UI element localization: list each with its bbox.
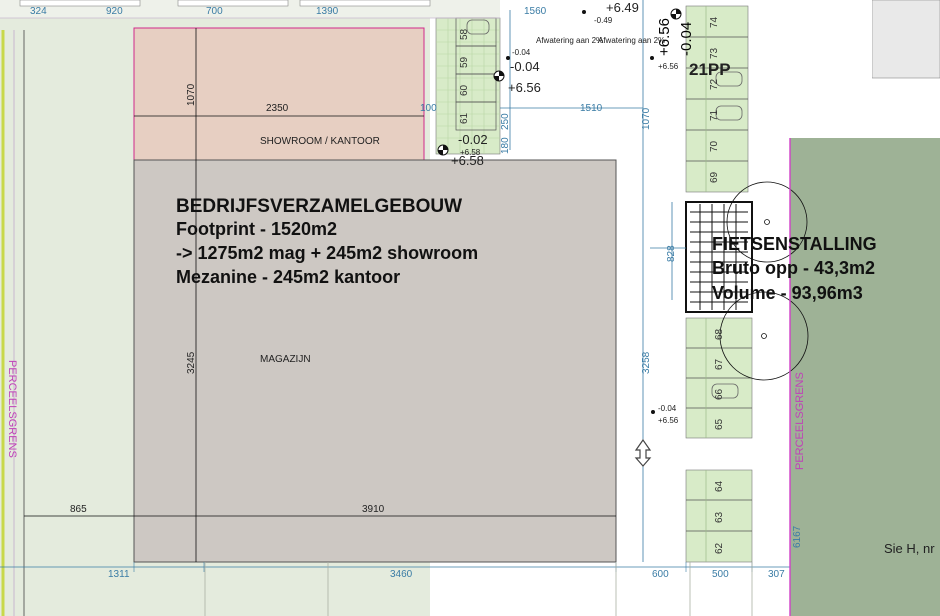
level-plus-5: +6.56 — [658, 416, 679, 425]
building-footprint: Footprint - 1520m2 — [176, 219, 338, 239]
boundary-right: PERCEELSGRENS — [794, 372, 806, 470]
spot-69: 69 — [709, 171, 720, 183]
spot-62: 62 — [714, 542, 725, 554]
spot-67: 67 — [714, 358, 725, 370]
level-top-plus: +6.49 — [606, 0, 639, 15]
spot-63: 63 — [714, 511, 725, 523]
bike-volume: Volume - 93,96m3 — [712, 283, 863, 303]
spot-70: 70 — [709, 140, 720, 152]
dim-828: 828 — [666, 245, 677, 262]
dim-1311: 1311 — [108, 569, 130, 580]
dim-1510: 1510 — [580, 103, 603, 114]
dim-100: 100 — [420, 103, 437, 114]
spot-64: 64 — [714, 480, 725, 492]
level-minus-5: -0.04 — [658, 404, 677, 413]
level-plus-1: +6.56 — [508, 80, 541, 95]
spot-68: 68 — [714, 328, 725, 340]
building-mezzanine: Mezanine - 245m2 kantoor — [176, 267, 401, 287]
level-small-004: -0.04 — [512, 48, 531, 57]
bike-area: Bruto opp - 43,3m2 — [712, 258, 876, 278]
spot-65: 65 — [714, 418, 725, 430]
spot-74: 74 — [709, 16, 720, 28]
dim-700: 700 — [206, 6, 223, 17]
storage-label: MAGAZIJN — [260, 354, 311, 365]
dim-250: 250 — [500, 113, 511, 130]
level-top-small: -0.49 — [594, 16, 613, 25]
dim-1070-right: 1070 — [641, 107, 652, 130]
boundary-left: PERCEELSGRENS — [6, 360, 18, 458]
dim-3258: 3258 — [641, 351, 652, 374]
building-split: -> 1275m2 mag + 245m2 showroom — [176, 243, 479, 263]
dim-920: 920 — [106, 6, 123, 17]
level-minus-3: -0.02 — [458, 132, 488, 147]
spot-58: 58 — [459, 28, 470, 40]
level-656-rot: +6.56 — [656, 18, 673, 56]
parking-count: 21PP — [689, 60, 731, 79]
dim-307: 307 — [768, 569, 785, 580]
top-right-grey — [871, 0, 940, 79]
dim-3910: 3910 — [362, 504, 385, 515]
site-plan-drawing — [0, 0, 940, 616]
dim-6167: 6167 — [792, 525, 803, 548]
dim-500: 500 — [712, 569, 729, 580]
spot-71: 71 — [709, 109, 720, 121]
dim-865: 865 — [70, 504, 87, 515]
dim-1390: 1390 — [316, 6, 339, 17]
slope-left: Afwatering aan 2% — [536, 36, 604, 45]
dim-3460: 3460 — [390, 569, 413, 580]
spot-60: 60 — [459, 84, 470, 96]
spot-61: 61 — [459, 112, 470, 124]
spot-73: 73 — [709, 47, 720, 59]
top-right-field — [790, 0, 872, 138]
building-title: BEDRIJFSVERZAMELGEBOUW — [176, 196, 463, 217]
bike-title: FIETSENSTALLING — [712, 234, 877, 254]
dim-1070-left: 1070 — [186, 83, 197, 106]
showroom-label: SHOWROOM / KANTOOR — [260, 136, 380, 147]
dim-1560: 1560 — [524, 6, 547, 17]
dim-3245: 3245 — [186, 351, 197, 374]
spot-59: 59 — [459, 56, 470, 68]
level-small-698: +6.58 — [460, 148, 481, 157]
dim-324: 324 — [30, 6, 47, 17]
level-004-rot: -0.04 — [678, 21, 695, 56]
dim-600: 600 — [652, 569, 669, 580]
dim-180: 180 — [500, 137, 511, 154]
level-minus-1: -0.04 — [510, 59, 540, 74]
neighbor-label: Sie H, nr — [884, 541, 935, 556]
spot-72: 72 — [709, 78, 720, 90]
spot-66: 66 — [714, 388, 725, 400]
level-small-656: +6.56 — [658, 62, 679, 71]
dim-2350: 2350 — [266, 103, 289, 114]
